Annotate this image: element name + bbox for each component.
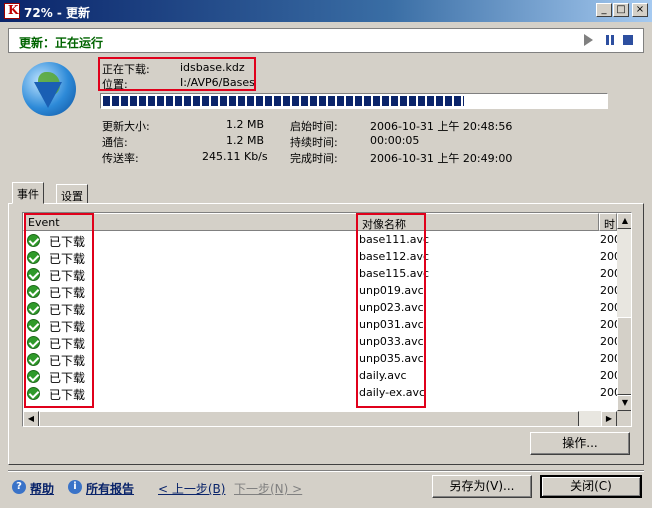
help-link[interactable]: 帮助 [30, 480, 54, 497]
time-cell: 2006 [600, 284, 617, 297]
traffic-label: 通信: [102, 136, 128, 149]
time-cell: 2006 [600, 267, 617, 280]
list-item[interactable]: 已下载unp033.avc2006 [23, 334, 617, 351]
tab-settings[interactable]: 设置 [56, 184, 88, 204]
footer-separator [8, 470, 644, 472]
update-status-text: 更新：正在运行 [19, 36, 104, 50]
minimize-button[interactable]: _ [596, 3, 612, 17]
vertical-scrollbar[interactable]: ▲ ▼ [617, 213, 631, 411]
update-size-value: 1.2 MB [226, 118, 265, 131]
scroll-left-icon[interactable]: ◀ [23, 411, 39, 426]
list-item[interactable]: 已下载unp035.avc2006 [23, 351, 617, 368]
horizontal-scrollbar[interactable]: ◀ ▶ [23, 411, 617, 426]
time-cell: 2006 [600, 369, 617, 382]
list-item[interactable]: 已下载base111.avc2006 [23, 232, 617, 249]
update-globe-icon [22, 62, 76, 116]
scroll-up-icon[interactable]: ▲ [617, 213, 631, 229]
window-title: 72% - 更新 [24, 6, 91, 20]
info-icon[interactable]: i [68, 480, 82, 494]
highlight-box-event-column [24, 213, 94, 408]
rate-value: 245.11 Kb/s [202, 150, 268, 163]
list-item[interactable]: 已下载unp019.avc2006 [23, 283, 617, 300]
previous-step-link[interactable]: < 上一步(B) [158, 480, 225, 497]
list-item[interactable]: 已下载daily.avc2006 [23, 368, 617, 385]
scroll-right-icon[interactable]: ▶ [601, 411, 617, 426]
highlight-box-download [98, 57, 256, 91]
duration-label: 持续时间: [290, 136, 338, 149]
play-icon[interactable] [584, 34, 593, 46]
update-size-label: 更新大小: [102, 120, 150, 133]
pause-icon[interactable] [605, 34, 617, 46]
time-cell: 2006 [600, 335, 617, 348]
time-cell: 2006 [600, 386, 617, 399]
scroll-down-icon[interactable]: ▼ [617, 395, 631, 411]
save-as-button[interactable]: 另存为(V)... [432, 475, 532, 498]
scroll-corner [617, 411, 631, 426]
time-cell: 2006 [600, 233, 617, 246]
title-bar[interactable]: 72% - 更新 _ □ × [0, 0, 652, 22]
start-time-label: 启始时间: [290, 120, 338, 133]
time-cell: 2006 [600, 301, 617, 314]
rate-label: 传送率: [102, 152, 139, 165]
event-list[interactable]: Event 对像名称 时 已下载base111.avc2006已下载base11… [22, 212, 632, 427]
download-progress-bar [100, 93, 608, 109]
maximize-button[interactable]: □ [613, 3, 629, 17]
status-header: 更新：正在运行 [8, 28, 644, 53]
actions-button[interactable]: 操作... [530, 432, 630, 455]
stop-icon[interactable] [623, 35, 633, 45]
progress-fill [103, 96, 465, 106]
tab-events[interactable]: 事件 [12, 182, 44, 204]
list-item[interactable]: 已下载base112.avc2006 [23, 249, 617, 266]
close-button[interactable]: 关闭(C) [540, 475, 642, 498]
help-icon[interactable]: ? [12, 480, 26, 494]
all-reports-link[interactable]: 所有报告 [86, 480, 134, 497]
horizontal-scroll-thumb[interactable] [39, 411, 579, 426]
finish-time-value: 2006-10-31 上午 20:49:00 [370, 152, 513, 165]
traffic-value: 1.2 MB [226, 134, 265, 147]
list-item[interactable]: 已下载daily-ex.avc2006 [23, 385, 617, 402]
download-arrow-icon [34, 82, 62, 108]
column-header-time[interactable]: 时 [599, 213, 617, 231]
list-item[interactable]: 已下载unp023.avc2006 [23, 300, 617, 317]
finish-time-label: 完成时间: [290, 152, 338, 165]
list-item[interactable]: 已下载unp031.avc2006 [23, 317, 617, 334]
kaspersky-app-icon [4, 3, 20, 19]
vertical-scroll-thumb[interactable] [617, 317, 631, 395]
next-step-link: 下一步(N) > [234, 482, 303, 496]
duration-value: 00:00:05 [370, 134, 420, 147]
time-cell: 2006 [600, 250, 617, 263]
start-time-value: 2006-10-31 上午 20:48:56 [370, 120, 513, 133]
list-header: Event 对像名称 时 [23, 213, 617, 231]
list-item[interactable]: 已下载base115.avc2006 [23, 266, 617, 283]
close-window-button[interactable]: × [632, 3, 648, 17]
time-cell: 2006 [600, 352, 617, 365]
time-cell: 2006 [600, 318, 617, 331]
highlight-box-object-column [356, 213, 426, 408]
